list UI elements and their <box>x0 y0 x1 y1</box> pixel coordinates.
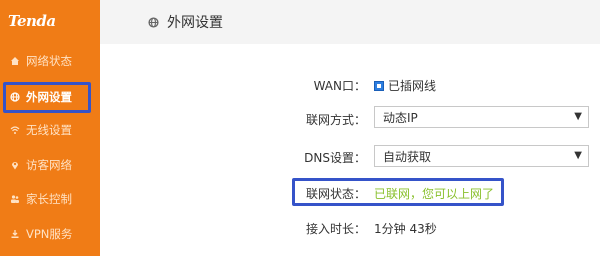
uptime-value: 1分钟 43秒 <box>374 222 437 236</box>
wan-port-value: 已插网线 <box>388 79 437 93</box>
connection-type-select[interactable]: 动态IP ▼ <box>374 106 589 128</box>
globe-icon <box>10 92 20 102</box>
wan-port-status: 已插网线 <box>374 77 436 94</box>
page-header: 外网设置 <box>100 0 600 44</box>
wan-connected-indicator <box>374 81 384 91</box>
sidebar-item-network-status[interactable]: 网络状态 <box>0 47 100 75</box>
sidebar-item-label: 家长控制 <box>26 192 72 206</box>
sidebar-item-label: 网络状态 <box>26 54 72 68</box>
house-icon <box>10 56 20 66</box>
sidebar-item-wan-settings[interactable]: 外网设置 <box>0 83 100 111</box>
connection-type-label: 联网方式： <box>305 113 366 127</box>
connection-status-value: 已联网，您可以上网了 <box>374 187 495 201</box>
tenda-logo: Tenda <box>8 12 56 30</box>
wan-port-label: WAN口： <box>313 79 366 93</box>
dropdown-arrow-icon: ▼ <box>574 150 582 161</box>
people-icon <box>10 194 20 204</box>
globe-icon <box>148 16 159 28</box>
sidebar-item-parental-control[interactable]: 家长控制 <box>0 185 100 213</box>
sidebar-item-label: VPN服务 <box>26 227 73 241</box>
sidebar: Tenda 网络状态 外网设置 无线设置 访客网络 家长控制 VPN服务 <box>0 0 100 256</box>
dns-settings-select[interactable]: 自动获取 ▼ <box>374 145 589 167</box>
sidebar-item-label: 无线设置 <box>26 123 72 137</box>
sidebar-item-label: 外网设置 <box>26 90 72 104</box>
connection-status-label: 联网状态： <box>305 187 366 201</box>
dropdown-arrow-icon: ▼ <box>574 111 582 122</box>
dns-settings-value: 自动获取 <box>383 149 432 164</box>
wifi-icon <box>10 125 20 135</box>
sidebar-item-wireless-settings[interactable]: 无线设置 <box>0 116 100 144</box>
sidebar-item-guest-network[interactable]: 访客网络 <box>0 151 100 179</box>
sidebar-item-label: 访客网络 <box>26 158 72 172</box>
dns-settings-label: DNS设置： <box>304 151 366 165</box>
vpn-icon <box>10 229 20 239</box>
page-title: 外网设置 <box>167 15 223 31</box>
uptime-label: 接入时长： <box>305 222 366 236</box>
connection-type-value: 动态IP <box>383 110 418 125</box>
location-pin-icon <box>10 160 20 170</box>
sidebar-item-vpn-service[interactable]: VPN服务 <box>0 220 100 248</box>
